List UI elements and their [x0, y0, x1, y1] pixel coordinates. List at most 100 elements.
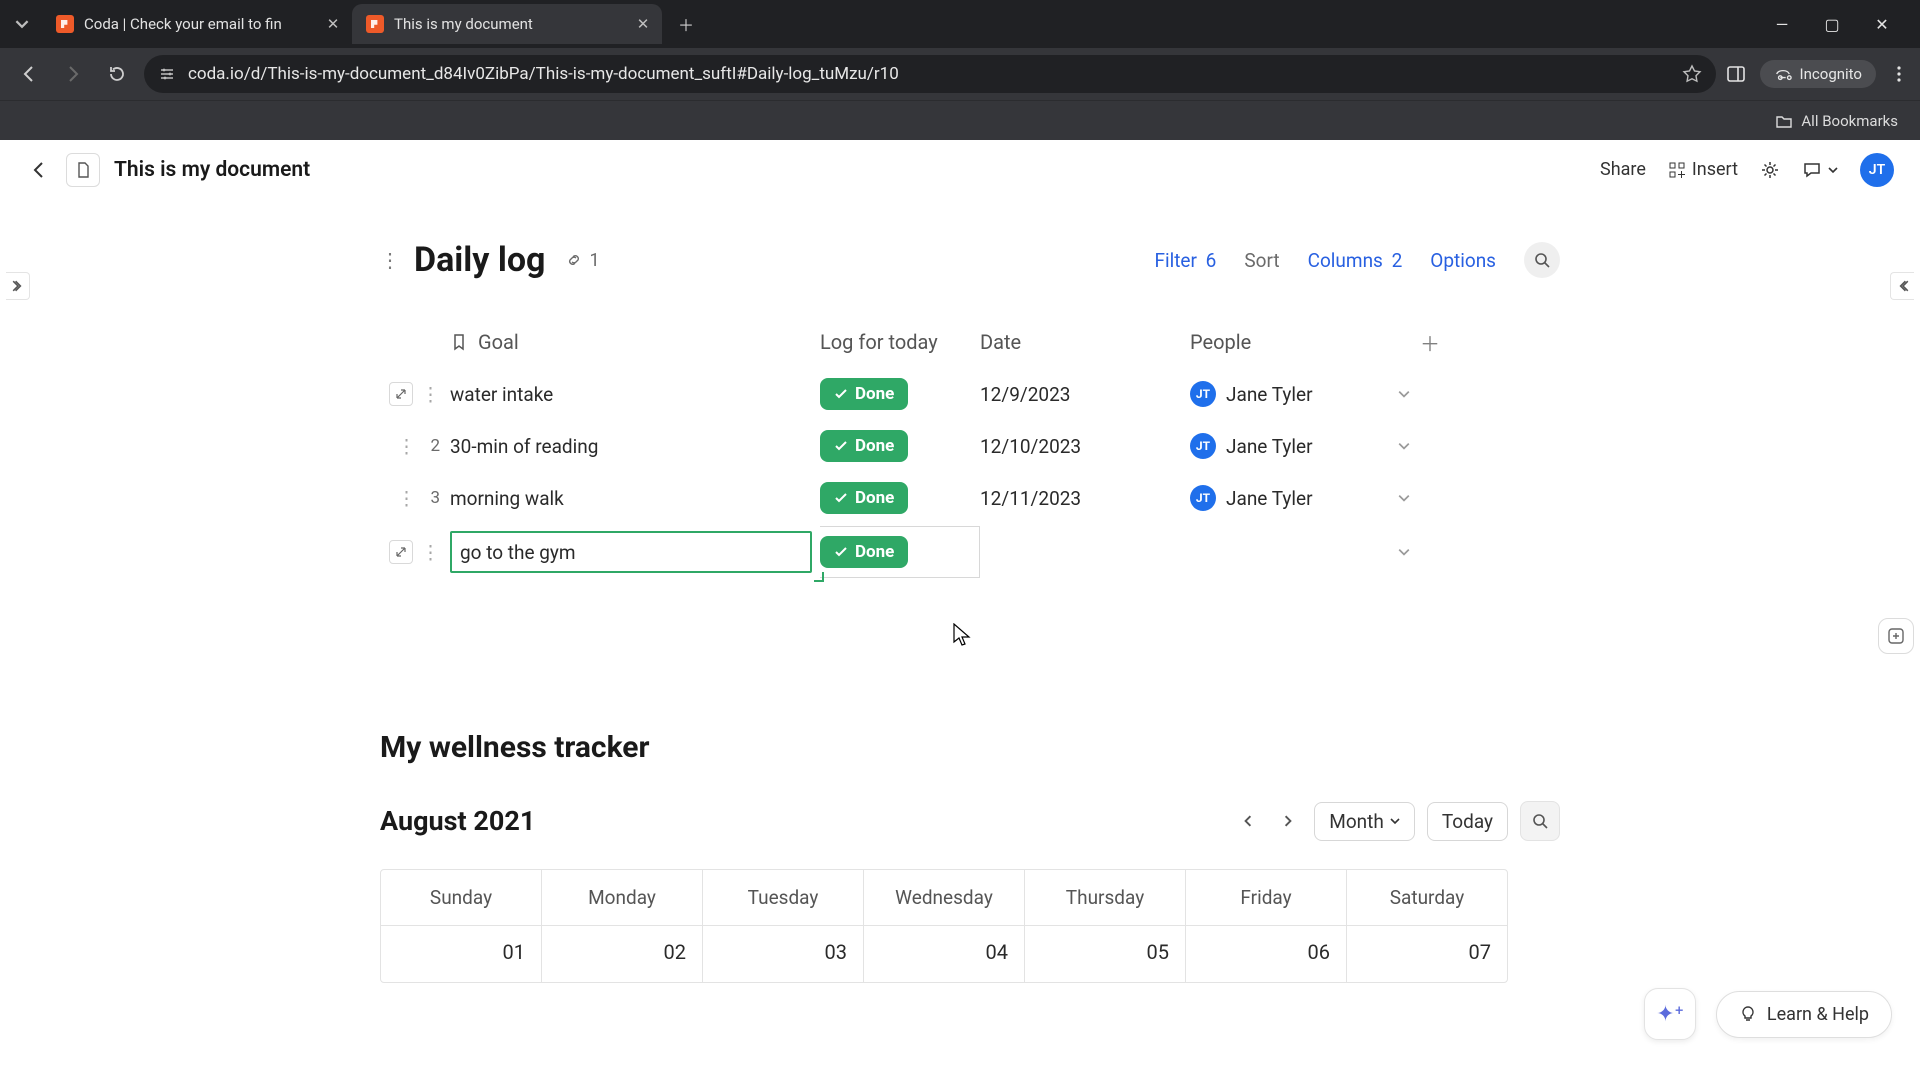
filter-button[interactable]: Filter 6 [1154, 249, 1216, 272]
tab-this-is-my-document[interactable]: This is my document ✕ [352, 4, 662, 44]
date-cell[interactable]: 12/10/2023 [980, 435, 1190, 458]
table-row[interactable]: ⋮ water intakeDone 12/9/2023JTJane Tyler [380, 368, 1560, 420]
people-cell[interactable]: JTJane Tyler [1190, 433, 1410, 459]
incognito-badge[interactable]: Incognito [1760, 60, 1876, 88]
learn-help-button[interactable]: Learn & Help [1716, 991, 1892, 1038]
calendar-grid: SundayMondayTuesdayWednesdayThursdayFrid… [380, 869, 1508, 983]
tab-title: Coda | Check your email to fin [84, 15, 314, 33]
done-pill[interactable]: Done [820, 378, 908, 410]
calendar-day[interactable]: 06 [1186, 926, 1347, 982]
chevron-down-icon[interactable] [1398, 388, 1410, 400]
tracker-title[interactable]: My wellness tracker [380, 730, 1560, 765]
settings-button[interactable] [1760, 160, 1780, 180]
ai-assistant-button[interactable]: ✦⁺ [1644, 988, 1696, 1040]
share-button[interactable]: Share [1600, 159, 1646, 180]
comments-button[interactable] [1802, 160, 1838, 180]
weekday-header: Friday [1186, 870, 1347, 925]
columns-button[interactable]: Columns 2 [1308, 249, 1403, 272]
side-panel-icon[interactable] [1726, 64, 1746, 84]
url-text: coda.io/d/This-is-my-document_d84Iv0ZibP… [188, 64, 899, 84]
chevron-down-icon[interactable] [1398, 440, 1410, 452]
table-search-button[interactable] [1524, 242, 1560, 278]
drag-handle-icon[interactable]: ⋮ [421, 541, 440, 564]
calendar-day[interactable]: 01 [381, 926, 542, 982]
chevron-down-icon [1828, 165, 1838, 175]
bookmark-star-icon[interactable] [1682, 64, 1702, 84]
kebab-menu-icon[interactable] [1890, 65, 1908, 83]
close-window-icon[interactable]: ✕ [1870, 15, 1894, 34]
tab-coda-email[interactable]: Coda | Check your email to fin ✕ [42, 4, 352, 44]
incognito-icon [1774, 65, 1792, 83]
site-settings-icon[interactable] [158, 65, 176, 83]
app-header: This is my document Share Insert JT [0, 140, 1920, 200]
check-icon [834, 439, 848, 453]
minimize-icon[interactable]: — [1770, 15, 1794, 34]
sort-button[interactable]: Sort [1244, 249, 1279, 272]
date-cell[interactable]: 12/11/2023 [980, 487, 1190, 510]
drag-handle-icon[interactable]: ⋮ [421, 383, 440, 406]
date-cell[interactable]: 12/9/2023 [980, 383, 1190, 406]
goal-cell[interactable]: 30-min of reading [450, 435, 820, 458]
calendar-day[interactable]: 05 [1025, 926, 1186, 982]
document-icon[interactable] [66, 153, 100, 187]
table-header: Goal Log for today Date People ＋ [380, 316, 1560, 368]
goal-input[interactable]: go to the gym [450, 531, 812, 573]
drag-handle-icon[interactable]: ⋮ [397, 435, 416, 458]
forward-icon[interactable] [56, 57, 90, 91]
person-name: Jane Tyler [1226, 487, 1313, 510]
backlinks-chip[interactable]: 1 [565, 250, 599, 271]
insert-button[interactable]: Insert [1668, 159, 1738, 180]
table-row[interactable]: ⋮3morning walkDone12/11/2023JTJane Tyler [380, 472, 1560, 524]
app-back-button[interactable] [26, 157, 52, 183]
done-pill[interactable]: Done [820, 430, 908, 462]
people-cell[interactable]: JTJane Tyler [1190, 381, 1410, 407]
done-pill[interactable]: Done [820, 482, 908, 514]
close-icon[interactable]: ✕ [634, 15, 652, 33]
calendar-next[interactable] [1274, 807, 1302, 835]
goal-cell[interactable]: water intake [450, 383, 820, 406]
close-icon[interactable]: ✕ [324, 15, 342, 33]
drag-handle-icon[interactable]: ⋮ [397, 487, 416, 510]
calendar-today-button[interactable]: Today [1427, 802, 1508, 841]
back-icon[interactable] [12, 57, 46, 91]
reload-icon[interactable] [100, 57, 134, 91]
expand-row-icon[interactable] [389, 382, 413, 406]
calendar-day[interactable]: 03 [703, 926, 864, 982]
chevron-down-icon[interactable] [1398, 546, 1410, 558]
expand-row-icon[interactable] [389, 540, 413, 564]
side-add-button[interactable] [1878, 618, 1914, 654]
calendar-search-button[interactable] [1520, 801, 1560, 841]
table-row[interactable]: ⋮ go to the gymDone [380, 524, 1560, 580]
add-column-button[interactable]: ＋ [1410, 328, 1450, 357]
tab-search-dropdown[interactable] [8, 10, 36, 38]
user-avatar[interactable]: JT [1860, 153, 1894, 187]
document-title[interactable]: This is my document [114, 158, 310, 182]
coda-favicon [366, 15, 384, 33]
calendar-day[interactable]: 04 [864, 926, 1025, 982]
column-header-date[interactable]: Date [980, 330, 1190, 354]
column-header-people[interactable]: People [1190, 330, 1410, 354]
people-cell[interactable] [1190, 546, 1410, 558]
chevron-down-icon [1390, 816, 1400, 826]
person-avatar: JT [1190, 485, 1216, 511]
options-button[interactable]: Options [1430, 249, 1496, 272]
column-header-log[interactable]: Log for today [820, 330, 980, 354]
all-bookmarks-button[interactable]: All Bookmarks [1775, 112, 1898, 130]
weekday-header: Thursday [1025, 870, 1186, 925]
new-tab-button[interactable]: ＋ [670, 8, 702, 40]
calendar-day[interactable]: 02 [542, 926, 703, 982]
calendar-month-label: August 2021 [380, 805, 535, 837]
done-pill[interactable]: Done [820, 536, 908, 568]
calendar-view-select[interactable]: Month [1314, 802, 1415, 841]
drag-handle-icon[interactable]: ⋮ [380, 250, 400, 270]
chevron-down-icon[interactable] [1398, 492, 1410, 504]
goal-cell[interactable]: morning walk [450, 487, 820, 510]
section-title[interactable]: Daily log [414, 240, 545, 280]
column-header-goal[interactable]: Goal [450, 330, 820, 354]
maximize-icon[interactable]: ▢ [1820, 15, 1844, 34]
calendar-day[interactable]: 07 [1347, 926, 1507, 982]
calendar-prev[interactable] [1234, 807, 1262, 835]
omnibox[interactable]: coda.io/d/This-is-my-document_d84Iv0ZibP… [144, 55, 1716, 93]
people-cell[interactable]: JT Jane Tyler [1190, 485, 1410, 511]
table-row[interactable]: ⋮230-min of readingDone12/10/2023JTJane … [380, 420, 1560, 472]
